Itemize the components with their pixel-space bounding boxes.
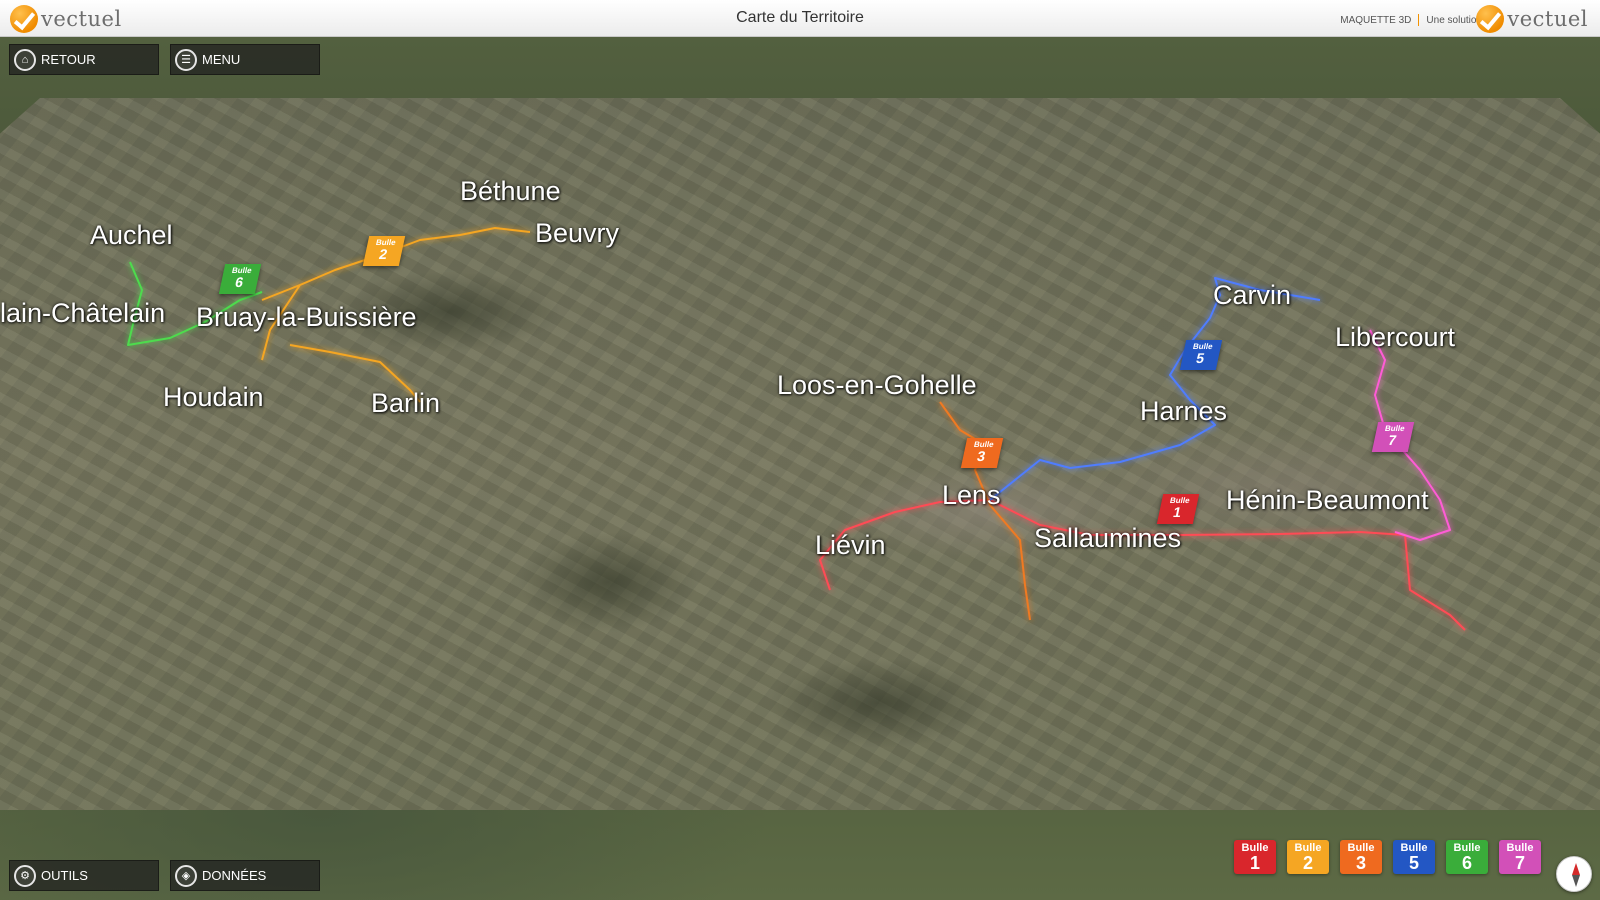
map-marker-bulle-5[interactable]: Bulle 5 bbox=[1179, 340, 1223, 370]
compass-icon[interactable] bbox=[1556, 856, 1592, 892]
back-button-label: RETOUR bbox=[41, 52, 96, 67]
legend-word: Bulle bbox=[1453, 842, 1481, 854]
tools-button-label: OUTILS bbox=[41, 868, 88, 883]
marker-number: 2 bbox=[377, 246, 389, 262]
city-label-bethune: Béthune bbox=[460, 176, 561, 206]
back-button[interactable]: ⌂ RETOUR bbox=[9, 44, 159, 75]
legend-number: 6 bbox=[1461, 853, 1472, 873]
route-bulle-3 bbox=[939, 401, 1031, 621]
city-label-camblain-chatelain: lain-Châtelain bbox=[0, 298, 166, 328]
legend-number: 1 bbox=[1249, 853, 1260, 873]
city-label-libercourt: Libercourt bbox=[1335, 322, 1456, 352]
legend-bulle-5[interactable]: Bulle 5 bbox=[1393, 840, 1435, 874]
gear-icon: ⚙ bbox=[14, 864, 36, 887]
map-marker-bulle-6[interactable]: Bulle 6 bbox=[218, 264, 262, 294]
legend-bulle-1[interactable]: Bulle 1 bbox=[1234, 840, 1276, 874]
legend-bulle-7[interactable]: Bulle 7 bbox=[1499, 840, 1541, 874]
map-marker-bulle-3[interactable]: Bulle 3 bbox=[960, 438, 1004, 468]
marker-number: 1 bbox=[1171, 504, 1183, 520]
menu-icon: ☰ bbox=[175, 48, 197, 71]
city-label-barlin: Barlin bbox=[371, 388, 441, 418]
legend-word: Bulle bbox=[1400, 842, 1428, 854]
tools-button[interactable]: ⚙ OUTILS bbox=[9, 860, 159, 891]
vectuel-logo-right: vectuel bbox=[1476, 4, 1588, 34]
map-marker-bulle-7[interactable]: Bulle 7 bbox=[1371, 422, 1415, 452]
legend-number: 2 bbox=[1302, 853, 1313, 873]
legend-number: 7 bbox=[1514, 853, 1525, 873]
legend-bulle-2[interactable]: Bulle 2 bbox=[1287, 840, 1329, 874]
product-info: MAQUETTE 3D Une solution bbox=[1340, 14, 1482, 26]
city-label-bruay: Bruay-la-Buissière bbox=[196, 302, 417, 332]
menu-button[interactable]: ☰ MENU bbox=[170, 44, 320, 75]
map-marker-bulle-2[interactable]: Bulle 2 bbox=[362, 236, 406, 266]
city-label-auchel: Auchel bbox=[90, 220, 173, 250]
data-button-label: DONNÉES bbox=[202, 868, 267, 883]
route-bulle-1 bbox=[819, 499, 1466, 631]
data-button[interactable]: ◈ DONNÉES bbox=[170, 860, 320, 891]
routes-layer bbox=[127, 227, 1466, 631]
top-bar: vectuel Carte du Territoire MAQUETTE 3D … bbox=[0, 0, 1600, 37]
route-bulle-5 bbox=[989, 277, 1321, 501]
city-label-lievin: Liévin bbox=[815, 530, 886, 560]
menu-button-label: MENU bbox=[202, 52, 241, 67]
layers-icon: ◈ bbox=[175, 864, 197, 887]
city-label-henin-beaumont: Hénin-Beaumont bbox=[1226, 485, 1429, 515]
marker-number: 7 bbox=[1386, 432, 1398, 448]
legend-word: Bulle bbox=[1294, 842, 1322, 854]
legend-word: Bulle bbox=[1347, 842, 1375, 854]
map-marker-bulle-1[interactable]: Bulle 1 bbox=[1156, 494, 1200, 524]
marker-number: 5 bbox=[1194, 350, 1206, 366]
legend-bulle-6[interactable]: Bulle 6 bbox=[1446, 840, 1488, 874]
legend-word: Bulle bbox=[1506, 842, 1534, 854]
city-label-lens: Lens bbox=[942, 480, 1001, 510]
logo-text: vectuel bbox=[1507, 7, 1588, 31]
legend-bulle-3[interactable]: Bulle 3 bbox=[1340, 840, 1382, 874]
marker-number: 3 bbox=[975, 448, 987, 464]
legend-word: Bulle bbox=[1241, 842, 1269, 854]
city-label-beuvry: Beuvry bbox=[535, 218, 620, 248]
divider bbox=[1418, 14, 1420, 26]
tagline: Une solution bbox=[1426, 14, 1482, 26]
product-label: MAQUETTE 3D bbox=[1340, 14, 1412, 26]
vectuel-logo-icon bbox=[1476, 5, 1505, 33]
city-label-houdain: Houdain bbox=[163, 382, 264, 412]
legend-number: 5 bbox=[1408, 853, 1419, 873]
legend-number: 3 bbox=[1355, 853, 1366, 873]
marker-number: 6 bbox=[233, 274, 245, 290]
home-icon: ⌂ bbox=[14, 48, 36, 71]
city-label-sallaumines: Sallaumines bbox=[1034, 523, 1182, 553]
city-label-loos-en-gohelle: Loos-en-Gohelle bbox=[777, 370, 977, 400]
city-label-carvin: Carvin bbox=[1213, 280, 1292, 310]
city-label-harnes: Harnes bbox=[1140, 396, 1228, 426]
